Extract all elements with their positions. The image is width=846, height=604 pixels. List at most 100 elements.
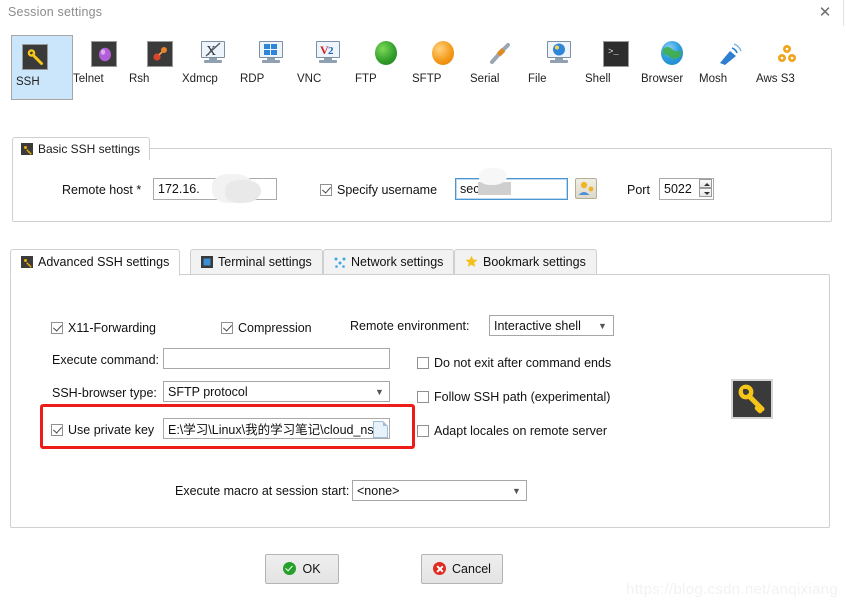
remote-host-label: Remote host * <box>62 183 142 197</box>
ssh-key-icon <box>21 256 33 268</box>
tab-terminal-settings[interactable]: Terminal settings <box>190 249 323 275</box>
port-spinner[interactable] <box>699 179 712 197</box>
private-key-path-input[interactable] <box>163 418 390 439</box>
protocol-label: Serial <box>470 73 500 85</box>
tab-label: Bookmark settings <box>483 255 586 269</box>
tab-label: Terminal settings <box>218 255 312 269</box>
specify-username-label: Specify username <box>337 183 438 197</box>
star-icon <box>465 252 478 276</box>
titlebar-divider <box>843 0 844 26</box>
follow-ssh-path-checkbox[interactable]: Follow SSH path (experimental) <box>417 390 610 404</box>
protocol-label: Rsh <box>129 73 150 85</box>
ssh-browser-type-select[interactable]: SFTP protocol <box>163 381 390 402</box>
ok-label: OK <box>302 562 321 576</box>
compression-checkbox[interactable]: Compression <box>221 321 312 335</box>
mosh-satellite-icon <box>716 41 744 69</box>
protocol-ftp[interactable]: FTP <box>355 35 417 100</box>
compression-label: Compression <box>238 321 312 335</box>
checkbox-box <box>417 391 429 403</box>
protocol-label: FTP <box>355 73 377 85</box>
cancel-button[interactable]: Cancel <box>421 554 503 584</box>
title-bar: Session settings ✕ <box>0 0 846 26</box>
cancel-x-icon <box>433 562 447 575</box>
svg-text:2: 2 <box>328 45 334 57</box>
window-title: Session settings <box>8 5 103 19</box>
terminal-icon <box>201 252 213 276</box>
protocol-label: VNC <box>297 73 322 85</box>
protocol-sftp[interactable]: SFTP <box>412 35 474 100</box>
browse-private-key-button[interactable] <box>373 421 388 438</box>
checkbox-box <box>320 184 332 196</box>
ok-check-icon <box>283 562 297 575</box>
protocol-vnc[interactable]: V2 VNC <box>297 35 359 100</box>
aws-s3-icon <box>773 41 801 69</box>
network-icon <box>334 252 346 276</box>
cancel-label: Cancel <box>452 562 491 576</box>
checkbox-box <box>417 425 429 437</box>
protocol-label: Telnet <box>73 73 104 85</box>
execute-command-label: Execute command: <box>52 353 159 367</box>
group-title-text: Basic SSH settings <box>38 142 141 156</box>
protocol-browser[interactable]: Browser <box>641 35 703 100</box>
protocol-label: Shell <box>585 73 611 85</box>
telnet-icon <box>90 41 118 69</box>
specify-username-checkbox[interactable]: Specify username <box>320 183 437 197</box>
adapt-locales-checkbox[interactable]: Adapt locales on remote server <box>417 424 607 438</box>
execute-command-input[interactable] <box>163 348 390 369</box>
follow-ssh-path-label: Follow SSH path (experimental) <box>434 390 611 404</box>
x11-forwarding-checkbox[interactable]: X11-Forwarding <box>51 321 156 335</box>
close-icon[interactable]: ✕ <box>812 2 838 24</box>
remote-environment-select[interactable]: Interactive shell <box>489 315 614 336</box>
protocol-toolbar: SSH Telnet Rsh X Xdmcp RDP V2 <box>0 30 846 105</box>
adapt-locales-label: Adapt locales on remote server <box>434 424 608 438</box>
ssh-browser-type-label: SSH-browser type: <box>52 386 157 400</box>
execute-macro-select[interactable]: <none> <box>352 480 527 501</box>
checkbox-box <box>221 322 233 334</box>
ssh-key-icon <box>21 44 49 72</box>
tab-advanced-ssh-settings[interactable]: Advanced SSH settings <box>10 249 181 276</box>
tab-label: Network settings <box>351 255 444 269</box>
protocol-label: File <box>528 73 547 85</box>
protocol-aws-s3[interactable]: Aws S3 <box>756 35 818 100</box>
rsh-icon <box>146 41 174 69</box>
shell-terminal-icon: >_ <box>602 41 630 69</box>
port-spinner-up[interactable] <box>699 179 712 188</box>
svg-text:>_: >_ <box>608 47 619 57</box>
sftp-globe-icon <box>429 41 457 69</box>
xdmcp-monitor-icon: X <box>199 41 227 69</box>
protocol-ssh[interactable]: SSH <box>11 35 73 100</box>
x11-forwarding-label: X11-Forwarding <box>68 321 157 335</box>
use-private-key-checkbox[interactable]: Use private key <box>51 423 154 437</box>
remote-environment-label: Remote environment: <box>350 319 470 333</box>
vnc-monitor-icon: V2 <box>314 41 342 69</box>
checkbox-box <box>51 424 63 436</box>
protocol-label: Aws S3 <box>756 73 795 85</box>
file-monitor-icon <box>545 41 573 69</box>
remote-host-redaction-2 <box>225 180 261 203</box>
ssh-key-icon <box>21 143 33 155</box>
username-input[interactable] <box>455 178 568 200</box>
protocol-mosh[interactable]: Mosh <box>699 35 761 100</box>
ok-button[interactable]: OK <box>265 554 339 584</box>
do-not-exit-checkbox[interactable]: Do not exit after command ends <box>417 356 611 370</box>
protocol-file[interactable]: File <box>528 35 590 100</box>
protocol-label: Xdmcp <box>182 73 218 85</box>
protocol-shell[interactable]: >_ Shell <box>585 35 647 100</box>
port-label: Port <box>627 183 650 197</box>
username-redaction-2 <box>479 168 507 185</box>
tab-network-settings[interactable]: Network settings <box>323 249 455 276</box>
port-spinner-down[interactable] <box>699 188 712 197</box>
rdp-monitor-icon <box>257 41 285 69</box>
settings-tabstrip: Advanced SSH settings Terminal settings … <box>10 249 836 276</box>
user-picker-button[interactable] <box>575 178 597 199</box>
execute-macro-label: Execute macro at session start: <box>175 484 350 498</box>
protocol-telnet[interactable]: Telnet <box>73 35 135 100</box>
protocol-xdmcp[interactable]: X Xdmcp <box>182 35 244 100</box>
protocol-serial[interactable]: Serial <box>470 35 532 100</box>
watermark: https://blog.csdn.net/anqixiang <box>626 581 838 598</box>
serial-plug-icon <box>487 41 515 69</box>
protocol-rdp[interactable]: RDP <box>240 35 302 100</box>
protocol-label: RDP <box>240 73 265 85</box>
tab-bookmark-settings[interactable]: Bookmark settings <box>454 249 597 275</box>
big-key-icon <box>731 379 773 419</box>
